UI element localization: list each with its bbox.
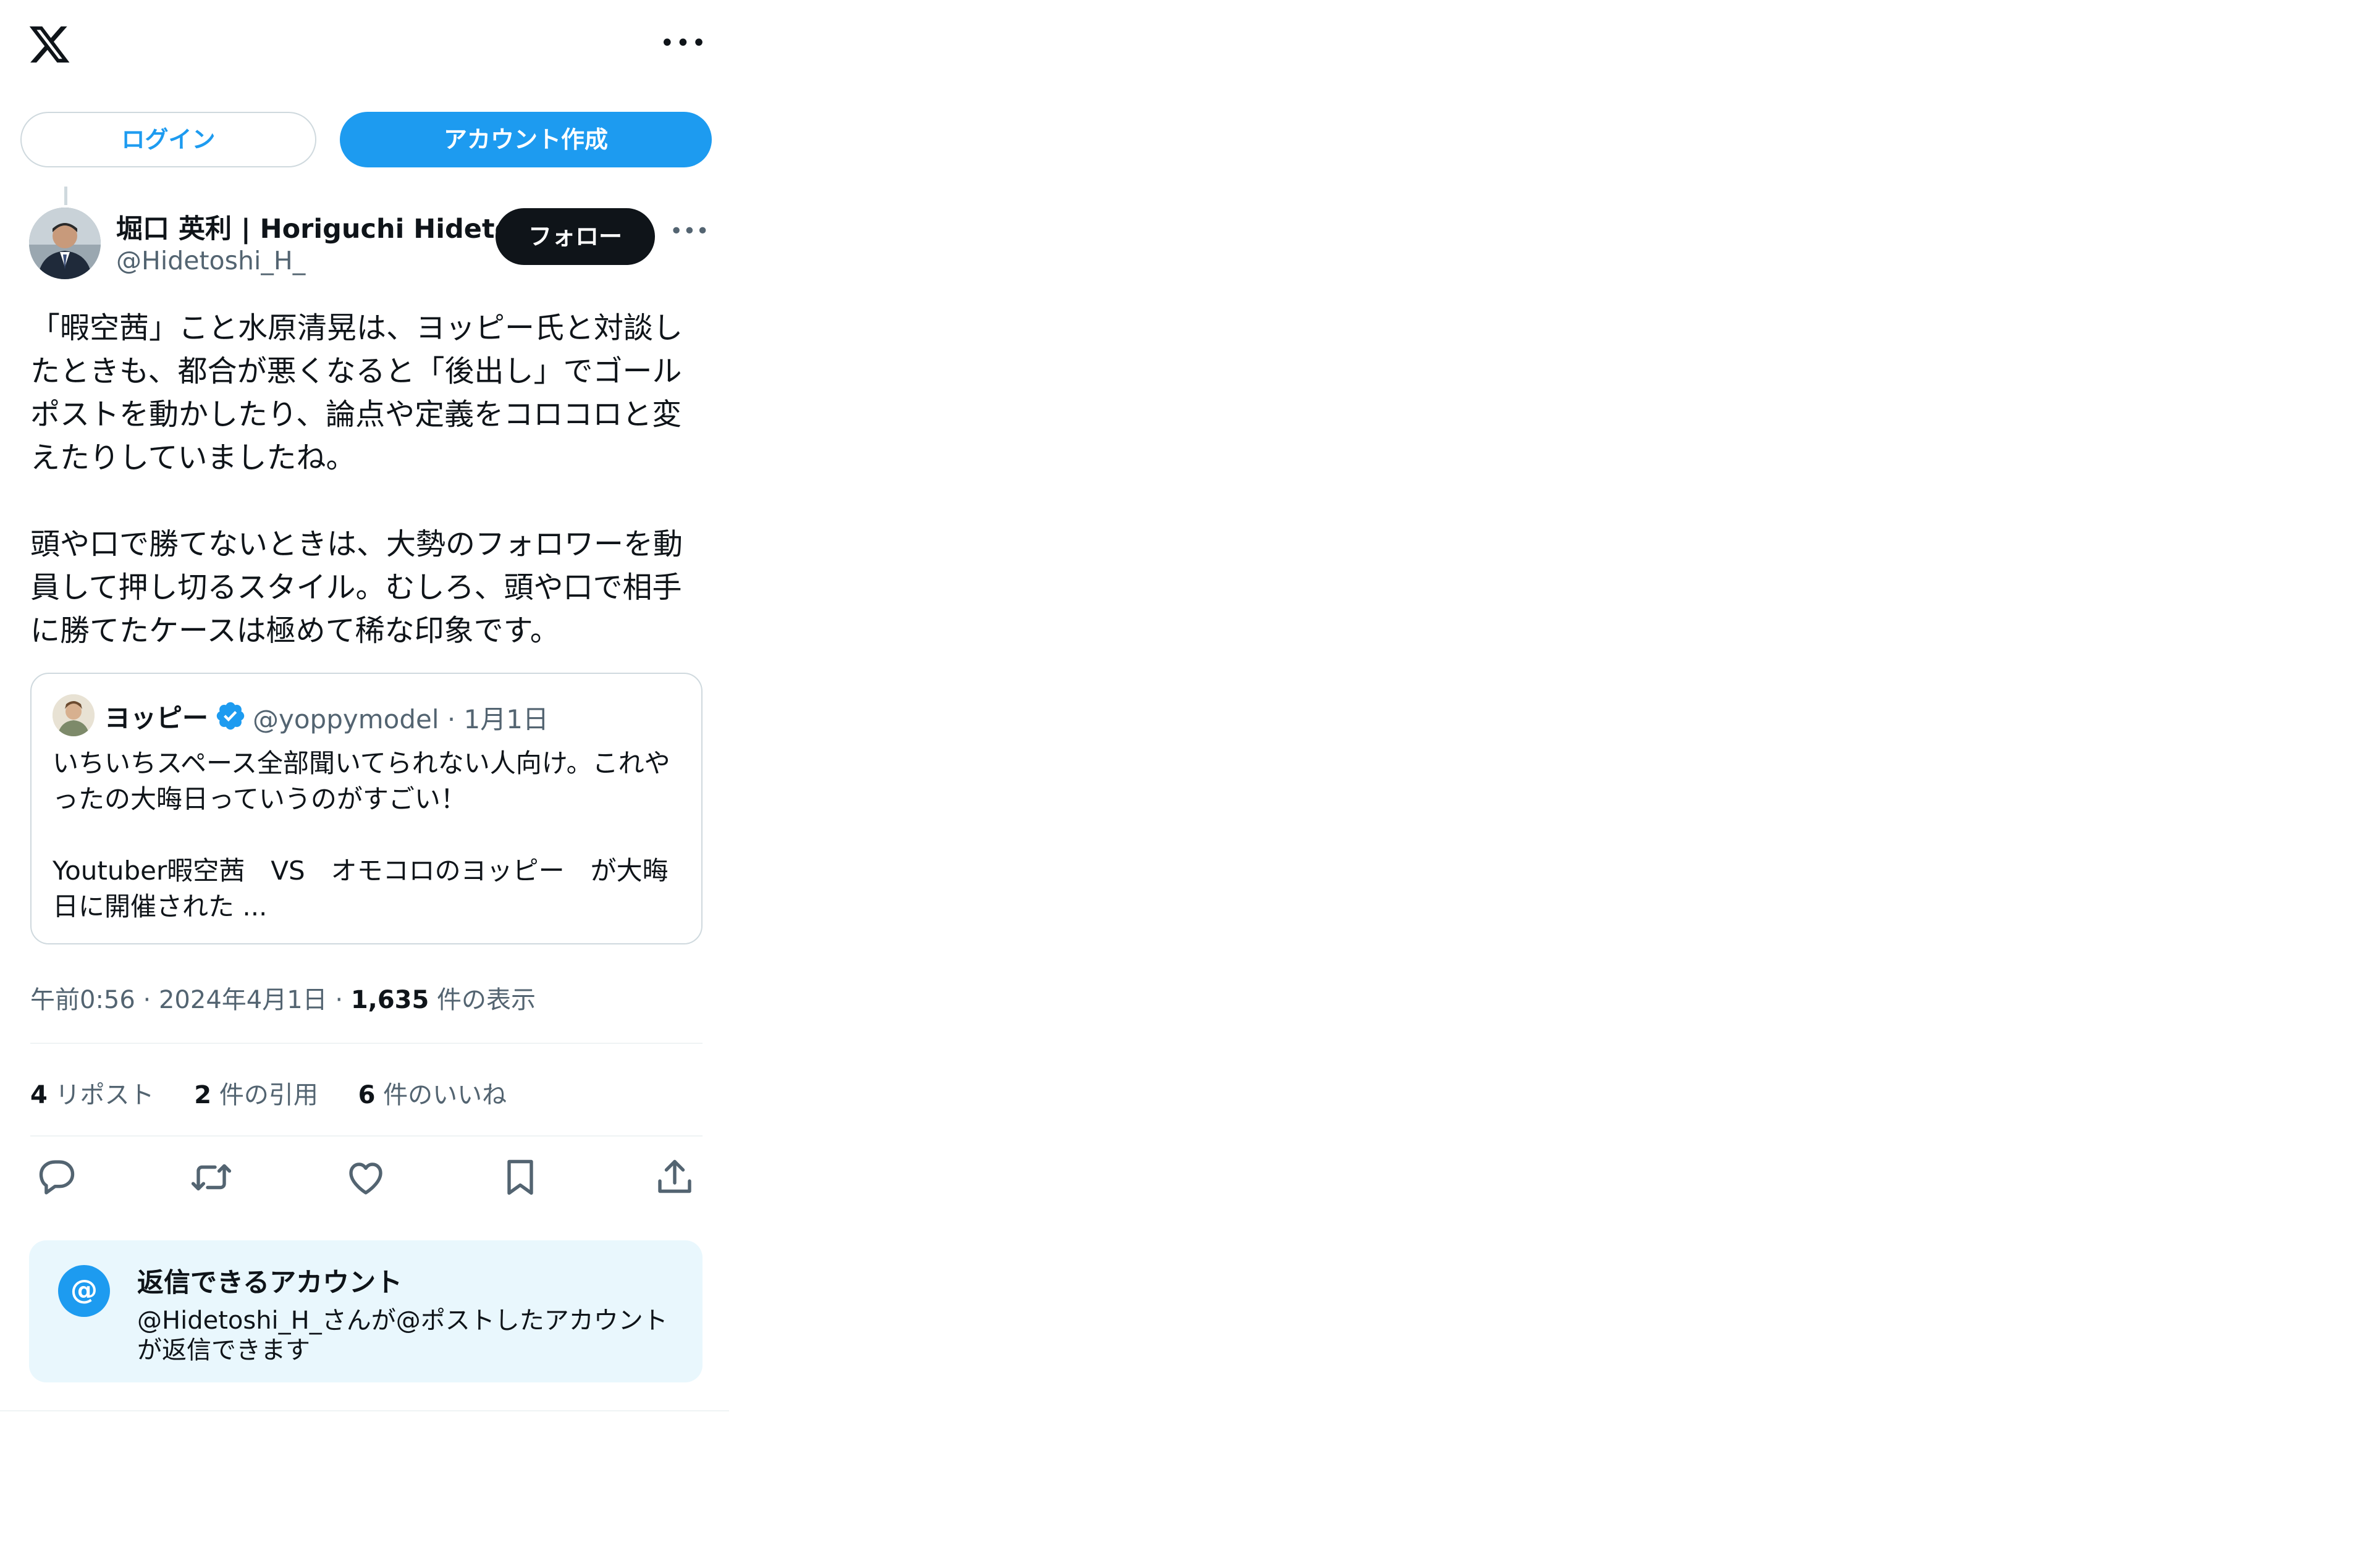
login-button[interactable]: ログイン bbox=[20, 112, 316, 167]
verified-badge-icon bbox=[214, 700, 247, 732]
engagement-stats: 4 リポスト 2 件の引用 6 件のいいね bbox=[30, 1075, 539, 1111]
more-horizontal-icon[interactable]: ••• bbox=[660, 31, 706, 56]
tweet-meta: 午前0:56 · 2024年4月1日 · 1,635 件の表示 bbox=[30, 980, 536, 1015]
reply-restriction-notice: @ 返信できるアカウント @Hidetoshi_H_さんが@ポストしたアカウント… bbox=[29, 1240, 703, 1382]
reposts-stat[interactable]: 4 リポスト bbox=[30, 1081, 154, 1109]
quoted-handle-date[interactable]: @yoppymodel · 1月1日 bbox=[253, 699, 549, 736]
follow-button[interactable]: フォロー bbox=[496, 208, 655, 265]
tweet-text: 「暇空茜」こと水原清晃は、ヨッピー氏と対談し たときも、都合が悪くなると「後出し… bbox=[30, 311, 683, 648]
reply-icon[interactable] bbox=[35, 1155, 79, 1200]
views-count: 1,635 bbox=[350, 986, 429, 1014]
author-name[interactable]: 堀口 英利 | Horiguchi Hidetos bbox=[116, 208, 529, 246]
thread-connector-line bbox=[64, 187, 67, 205]
divider bbox=[30, 1043, 703, 1044]
bookmark-icon[interactable] bbox=[498, 1155, 542, 1200]
x-logo-icon[interactable] bbox=[27, 22, 72, 67]
quoted-tweet-card[interactable]: ヨッピー @yoppymodel · 1月1日 いちいちスペース全部聞いてられな… bbox=[30, 673, 703, 944]
quoted-author-name[interactable]: ヨッピー bbox=[104, 697, 208, 735]
at-mention-icon: @ bbox=[58, 1265, 110, 1317]
reply-restriction-description: @Hidetoshi_H_さんが@ポストしたアカウント が返信できます bbox=[137, 1306, 668, 1364]
divider bbox=[0, 1410, 729, 1411]
more-horizontal-icon[interactable]: ••• bbox=[670, 221, 709, 244]
author-handle[interactable]: @Hidetoshi_H_ bbox=[116, 246, 305, 275]
retweet-icon[interactable] bbox=[189, 1155, 234, 1200]
like-icon[interactable] bbox=[344, 1155, 388, 1200]
divider bbox=[30, 1135, 703, 1137]
tweet-page: ••• ログイン アカウント作成 堀口 英利 | Horiguchi Hidet… bbox=[0, 0, 729, 1421]
tweet-timestamp[interactable]: 午前0:56 · 2024年4月1日 · bbox=[30, 986, 351, 1014]
likes-stat[interactable]: 6 件のいいね bbox=[358, 1081, 507, 1109]
create-account-button[interactable]: アカウント作成 bbox=[340, 112, 712, 167]
share-icon[interactable] bbox=[652, 1155, 697, 1200]
quotes-stat[interactable]: 2 件の引用 bbox=[194, 1081, 318, 1109]
reply-restriction-title: 返信できるアカウント bbox=[137, 1268, 403, 1298]
quoted-author-avatar[interactable] bbox=[53, 694, 95, 736]
quoted-tweet-text: いちいちスペース全部聞いてられない人向け。これや ったの大晦日っていうのがすごい… bbox=[53, 748, 670, 922]
author-avatar[interactable] bbox=[29, 208, 101, 279]
views-label: 件の表示 bbox=[429, 986, 536, 1014]
